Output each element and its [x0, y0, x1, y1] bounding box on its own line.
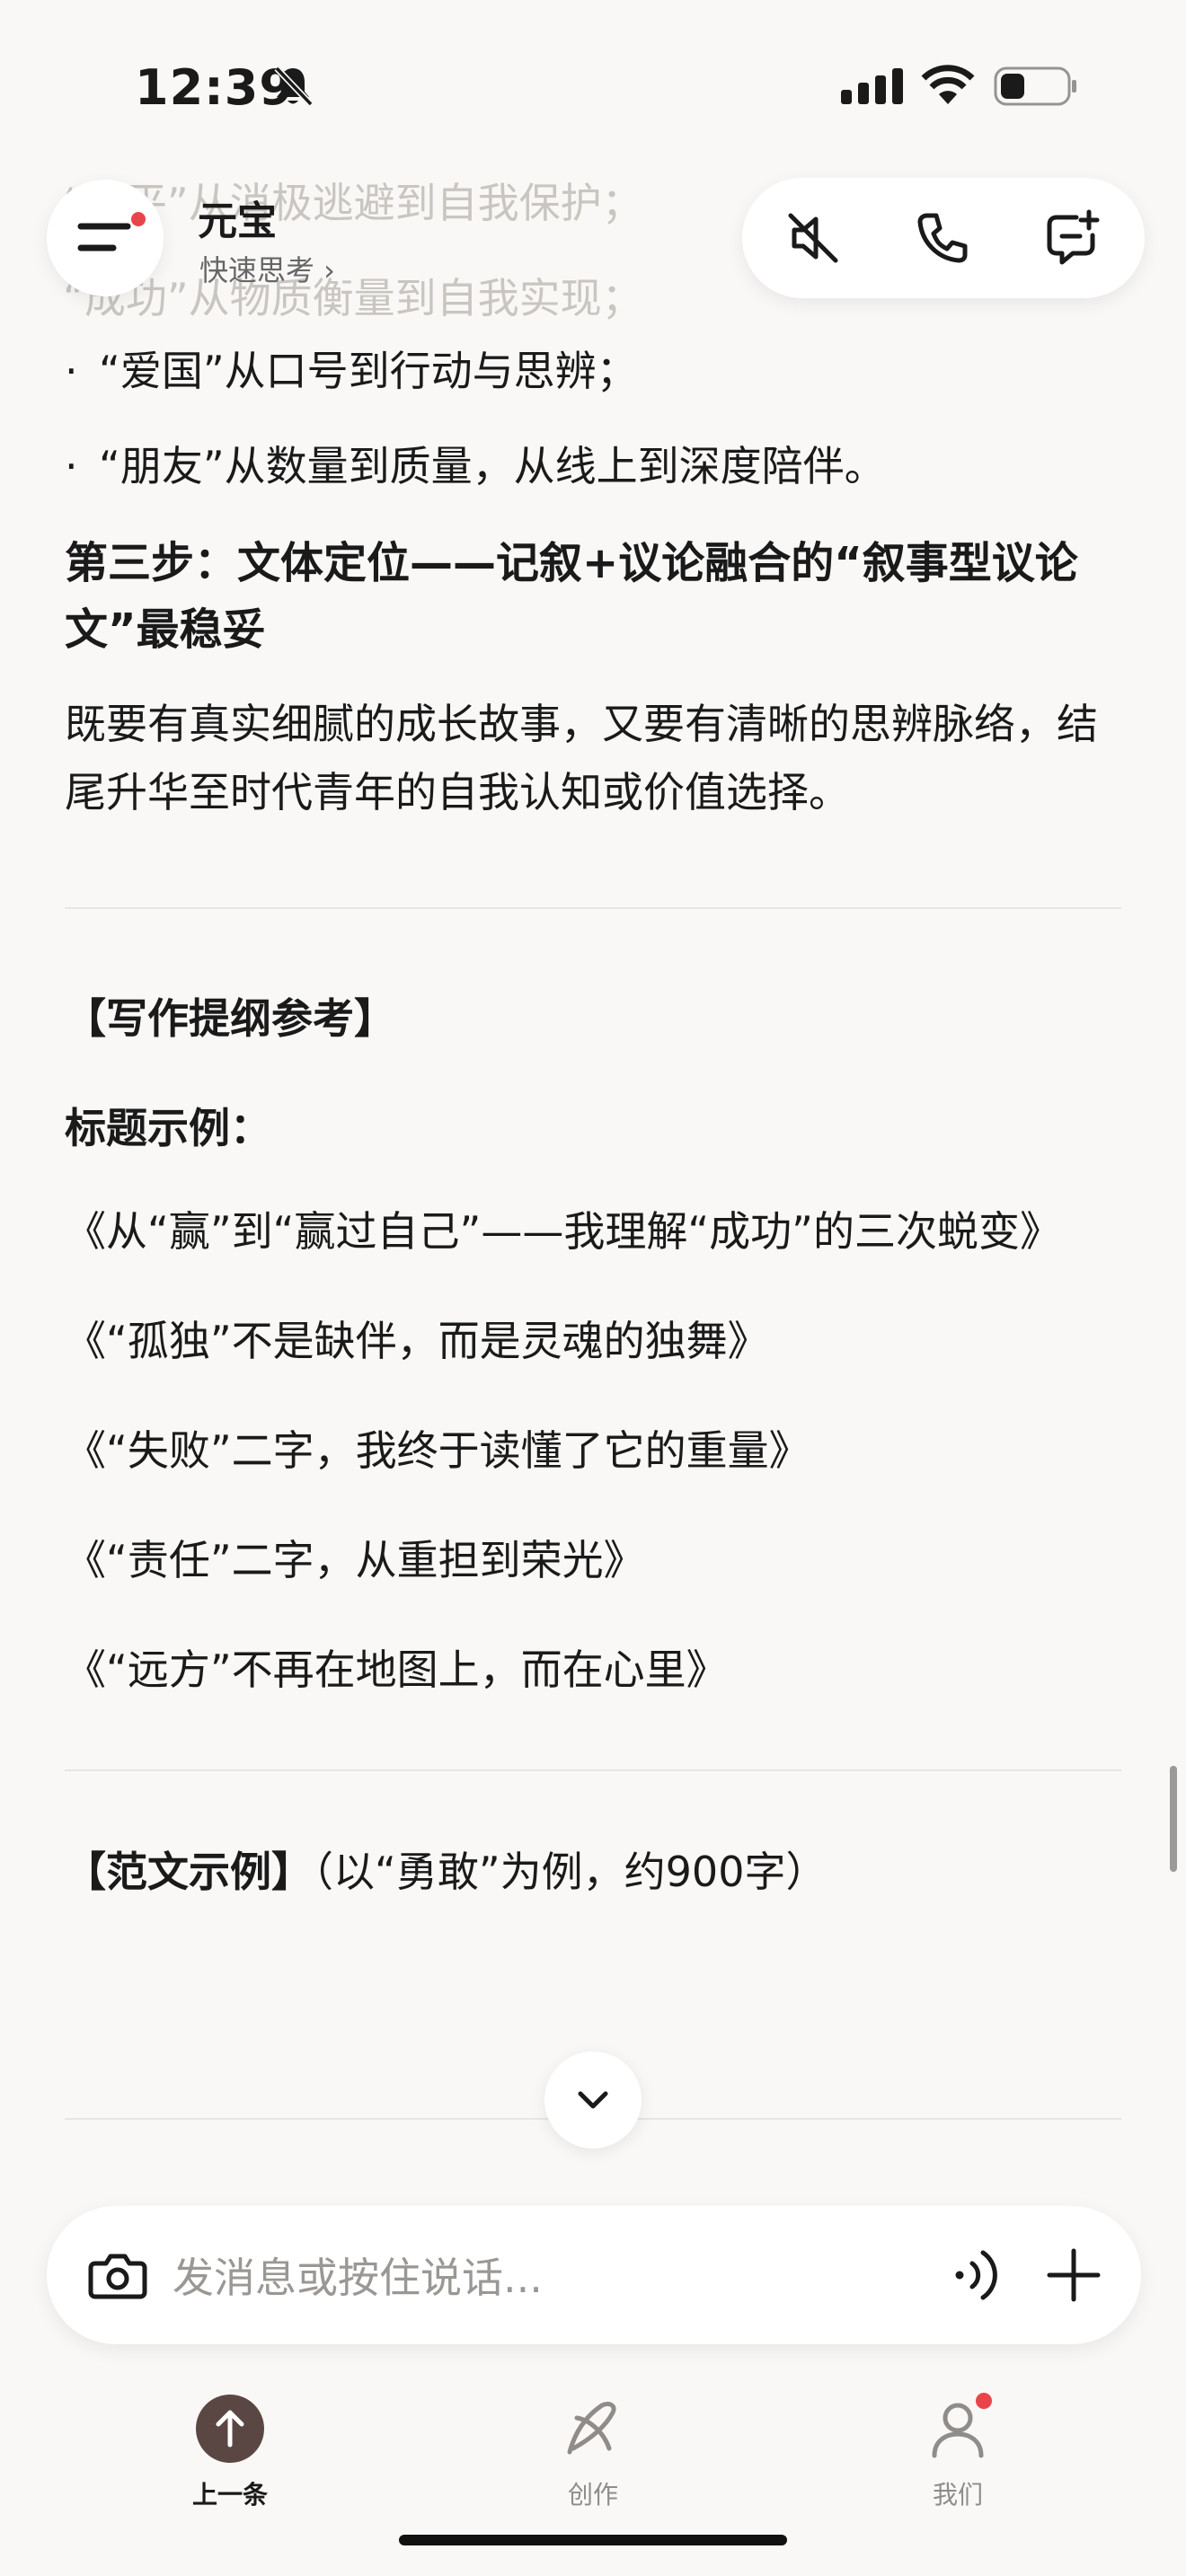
arrow-up-icon [196, 2395, 264, 2463]
menu-icon [77, 223, 131, 251]
title-example: 《“孤独”不是缺伴，而是灵魂的独舞》 [65, 1317, 769, 1365]
create-icon [567, 2401, 616, 2455]
tab-me[interactable]: 我们 [877, 2393, 1039, 2511]
step3-paragraph: 既要有真实细腻的成长故事，又要有清晰的思辨脉络，结尾升华至时代青年的自我认知或价… [65, 700, 1098, 816]
new-chat-icon[interactable] [1042, 208, 1102, 268]
sample-note: （以“勇敢”为例，约900字） [313, 1848, 828, 1896]
status-bar: 12:39 [0, 0, 1186, 162]
wifi-icon [921, 65, 975, 104]
title-example: 《从“赢”到“赢过自己”——我理解“成功”的三次蜕变》 [65, 1207, 1061, 1256]
tab-create[interactable]: 创作 [512, 2393, 674, 2511]
tab-label: 上一条 [191, 2480, 268, 2510]
message-input-bar: 发消息或按住说话... [47, 2206, 1141, 2344]
title-example: 《“失败”二字，我终于读懂了它的重量》 [65, 1426, 810, 1475]
tab-previous[interactable]: 上一条 [149, 2393, 311, 2511]
app-title: 元宝 [198, 198, 277, 244]
title-example: 《“远方”不再在地图上，而在心里》 [65, 1645, 728, 1694]
chevron-down-icon [578, 2091, 608, 2109]
list-item: · “朋友”从数量到质量，从线上到深度陪伴。 [65, 442, 886, 490]
sample-heading-row: 【范文示例】（以“勇敢”为例，约900字） [65, 1845, 1121, 1899]
scroll-to-bottom-button[interactable] [544, 2051, 642, 2148]
phone-icon[interactable] [913, 208, 972, 268]
camera-icon[interactable] [86, 2244, 149, 2307]
status-time: 12:39 [135, 59, 294, 116]
battery-icon [994, 66, 1076, 106]
divider [65, 907, 1121, 909]
message-input[interactable]: 发消息或按住说话... [173, 2245, 543, 2305]
notification-dot [976, 2393, 992, 2409]
speaker-muted-icon[interactable] [783, 208, 843, 268]
titles-label: 标题示例： [65, 1104, 271, 1152]
list-item: · “爱国”从口号到行动与思辨； [65, 347, 638, 395]
tab-label: 创作 [567, 2480, 618, 2510]
cellular-signal-icon [841, 68, 903, 104]
message-content: · “爱国”从口号到行动与思辨； · “朋友”从数量到质量，从线上到深度陪伴。 第三… [65, 323, 1121, 1899]
sample-heading: 【范文示例】 [65, 1848, 313, 1896]
header-actions [742, 178, 1145, 298]
title-example: 《“责任”二字，从重担到荣光》 [65, 1536, 645, 1584]
chat-header: 元宝 快速思考 › [0, 162, 1186, 314]
mode-selector[interactable]: 快速思考 › [199, 248, 335, 289]
voice-icon[interactable] [945, 2242, 1008, 2308]
step3-heading: 第三步：文体定位——记叙+议论融合的“叙事型议论文”最稳妥 [65, 538, 1078, 655]
home-indicator [399, 2535, 787, 2545]
outline-heading: 【写作提纲参考】 [65, 994, 395, 1043]
plus-icon[interactable] [1042, 2244, 1105, 2307]
notification-dot [131, 212, 146, 226]
menu-button[interactable] [47, 180, 164, 296]
scrollbar[interactable] [1170, 1766, 1177, 1872]
bell-muted-icon [274, 66, 313, 107]
divider [65, 1769, 1121, 1771]
tab-label: 我们 [932, 2480, 983, 2510]
